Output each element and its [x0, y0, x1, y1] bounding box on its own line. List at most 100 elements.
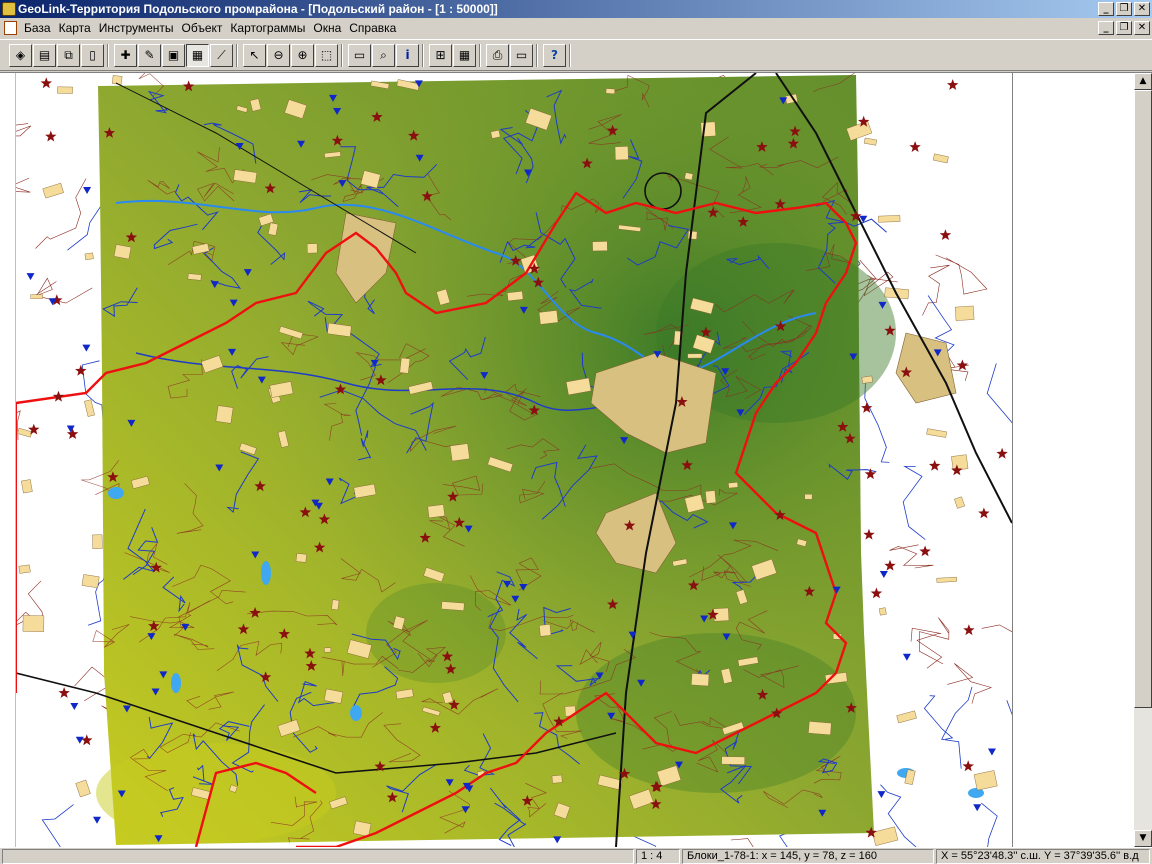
settlement [804, 493, 813, 500]
toolbar-group-5: ⎙ ▭ [483, 43, 537, 67]
settlement [113, 244, 132, 260]
add-window-button[interactable]: ⊞ [429, 43, 452, 67]
document-icon[interactable] [4, 21, 17, 35]
settlement-star [863, 528, 875, 540]
export-button[interactable]: ▭ [510, 43, 533, 67]
stream-line [923, 695, 954, 740]
settlement-star [978, 507, 990, 519]
doc-maximize-button[interactable]: ❐ [1116, 21, 1132, 35]
menu-instrumenty[interactable]: Инструменты [95, 21, 178, 35]
settlement-star [861, 402, 873, 413]
menu-bar: База Карта Инструменты Объект Картограмм… [0, 18, 1152, 38]
menu-kartogrammy[interactable]: Картограммы [226, 21, 309, 35]
settlement [951, 454, 969, 471]
well-marker [70, 702, 79, 710]
stream-line [81, 360, 105, 431]
settlement [84, 399, 95, 417]
find-icon: ⌕ [380, 47, 387, 62]
settlement [187, 273, 202, 281]
minimize-button[interactable]: _ [1098, 2, 1114, 16]
menu-baza[interactable]: База [20, 21, 55, 35]
well-marker [877, 791, 886, 799]
close-button[interactable]: ✕ [1134, 2, 1150, 16]
settlement [705, 490, 717, 504]
toolbar-group-2: ↖ ⊖ ⊕ ⬚ [240, 43, 342, 67]
settlement-star [58, 687, 70, 698]
print-icon: ⎙ [492, 47, 503, 62]
menu-karta[interactable]: Карта [55, 21, 95, 35]
toolbar-group-3: ▭ ⌕ i [345, 43, 423, 67]
status-bar: 1 : 4 Блоки_1-78-1: x = 145, y = 78, z =… [0, 847, 1152, 864]
label-icon: ▭ [353, 48, 366, 62]
edit-chart-icon: ✎ [144, 48, 155, 62]
new-layer-button[interactable]: ▯ [81, 43, 104, 67]
scroll-down-button[interactable]: ▼ [1134, 830, 1152, 847]
settlement [81, 574, 100, 589]
chart-button[interactable]: ✚ [114, 43, 137, 67]
vertical-scrollbar[interactable]: ▲ ▼ [1134, 73, 1152, 847]
settlement [490, 129, 501, 139]
map-window: ▲ ▼ [0, 72, 1152, 847]
new-layer-icon: ▯ [89, 48, 96, 62]
toolbar: ◈ ▤ ⧉ ▯ ✚ ✎ ▣ ▦ ⟋ ↖ ⊖ ⊕ ⬚ ▭ ⌕ i ⊞ ▦ ⎙ ▭? [0, 39, 1152, 71]
settlement [687, 230, 698, 240]
open-layer-icon: ◈ [15, 48, 26, 62]
grid-button[interactable]: ▦ [453, 43, 476, 67]
scroll-up-button[interactable]: ▲ [1134, 73, 1152, 90]
graph-button[interactable]: ⟋ [210, 43, 233, 67]
menu-okna[interactable]: Окна [309, 21, 345, 35]
table-chart-button[interactable]: ▦ [186, 43, 209, 67]
map-view[interactable] [16, 73, 1012, 847]
zoom-out-button[interactable]: ⊖ [267, 43, 290, 67]
contour-line [922, 264, 950, 316]
find-button[interactable]: ⌕ [372, 43, 395, 67]
settlement [427, 504, 445, 519]
title-bar: GeoLink-Территория Подольского промрайон… [0, 0, 1152, 18]
label-button[interactable]: ▭ [348, 43, 371, 67]
settlement [863, 137, 877, 146]
settlement [605, 88, 616, 95]
pointer-button[interactable]: ↖ [243, 43, 266, 67]
zoom-rect-icon: ⬚ [320, 48, 333, 62]
stream-line [981, 802, 998, 847]
info-button[interactable]: i [396, 43, 419, 67]
lake [171, 673, 181, 693]
zoom-in-button[interactable]: ⊕ [291, 43, 314, 67]
open-layer-button[interactable]: ◈ [9, 43, 32, 67]
stream-line [864, 380, 890, 463]
zoom-rect-button[interactable]: ⬚ [315, 43, 338, 67]
settlement [18, 564, 31, 574]
well-marker [82, 344, 91, 352]
scroll-thumb[interactable] [1134, 90, 1152, 708]
print-button[interactable]: ⎙ [486, 43, 509, 67]
settlement [936, 576, 958, 583]
settlement [84, 252, 94, 261]
settlement-star [909, 141, 921, 152]
stream-line [902, 466, 926, 540]
menu-spravka[interactable]: Справка [345, 21, 400, 35]
doc-minimize-button[interactable]: _ [1098, 21, 1114, 35]
settlement [331, 599, 340, 611]
save-button[interactable]: ▣ [162, 43, 185, 67]
contour-line [918, 617, 950, 665]
menu-obekt[interactable]: Объект [178, 21, 227, 35]
map-left-margin [0, 73, 16, 847]
save-icon: ▣ [167, 48, 180, 62]
contour-line [910, 627, 943, 669]
app-icon [2, 2, 16, 16]
toolbar-group-0: ◈ ▤ ⧉ ▯ [6, 43, 108, 67]
copy-layer-button[interactable]: ⧉ [57, 43, 80, 67]
layers-button[interactable]: ▤ [33, 43, 56, 67]
settlement [861, 375, 873, 384]
town-area [895, 332, 957, 404]
well-marker [879, 570, 888, 578]
map-canvas[interactable] [16, 73, 1012, 847]
settlement-star [66, 428, 79, 439]
valley-shade [366, 583, 506, 683]
doc-close-button[interactable]: ✕ [1134, 21, 1150, 35]
help-button[interactable]: ? [543, 43, 566, 67]
edit-chart-button[interactable]: ✎ [138, 43, 161, 67]
settlement [926, 428, 947, 438]
settlement [42, 182, 64, 199]
maximize-button[interactable]: ❐ [1116, 2, 1132, 16]
